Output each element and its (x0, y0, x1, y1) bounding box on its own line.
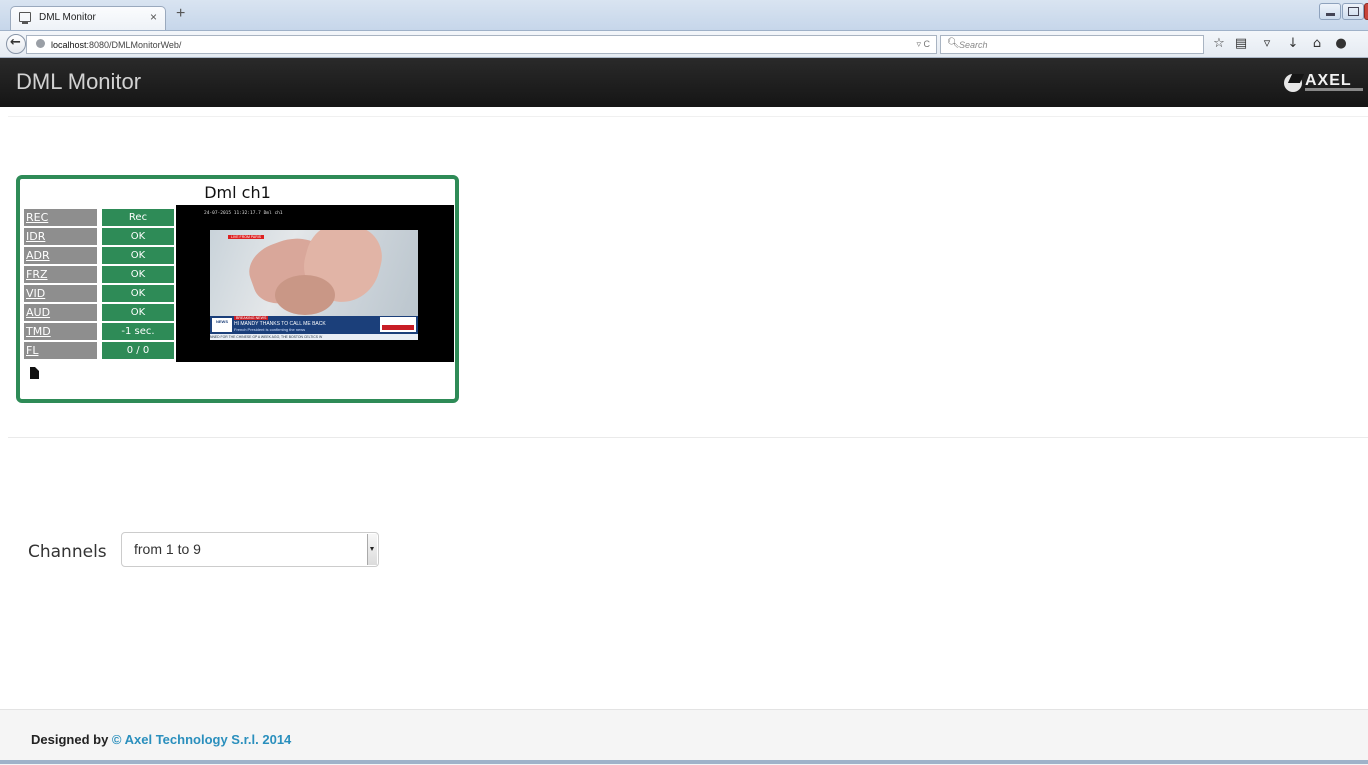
app-header: DML Monitor AXEL (0, 58, 1368, 107)
channels-selected-value: from 1 to 9 (134, 541, 201, 557)
download-icon[interactable]: ↓ (1284, 36, 1302, 51)
ticker-subline: French President is confirming the news (234, 327, 306, 332)
star-icon[interactable]: ☆ (1210, 36, 1228, 51)
news-ticker: NEWS BREAKING NEWS HI MANDY THANKS TO CA… (210, 316, 418, 334)
footer-credit: Designed by © Axel Technology S.r.l. 201… (31, 732, 292, 747)
status-label[interactable]: AUD (24, 304, 97, 321)
status-value: OK (102, 285, 174, 302)
channels-label: Channels (28, 542, 107, 562)
status-label[interactable]: IDR (24, 228, 97, 245)
browser-nav-bar: localhost:8080/DMLMonitorWeb/ ▿ C 🔍︎ Sea… (0, 31, 1368, 58)
status-label[interactable]: FL (24, 342, 97, 359)
home-icon[interactable]: ⌂ (1308, 36, 1326, 51)
reload-icon[interactable]: ▿ C (916, 39, 930, 50)
news-crawl: NNED FOR THE CHINESE GP A WEEK AGO, THE … (210, 334, 418, 340)
status-label[interactable]: FRZ (24, 266, 97, 283)
channel-bug-logo (380, 317, 416, 332)
status-row: IDR OK (24, 228, 176, 247)
address-bar[interactable]: localhost:8080/DMLMonitorWeb/ ▿ C (26, 35, 937, 54)
chat-icon[interactable]: ● (1332, 36, 1350, 51)
status-row: FRZ OK (24, 266, 176, 285)
minimize-button[interactable] (1319, 3, 1341, 20)
pocket-icon[interactable]: ▿ (1258, 36, 1276, 51)
channel-name: Dml ch1 (204, 183, 271, 202)
status-row: VID OK (24, 285, 176, 304)
status-label[interactable]: TMD (24, 323, 97, 340)
status-row: TMD -1 sec. (24, 323, 176, 342)
divider (8, 437, 1368, 438)
channels-select[interactable]: from 1 to 9 (121, 532, 379, 567)
app-title: DML Monitor (16, 69, 142, 94)
search-placeholder: Search (959, 40, 988, 50)
search-input[interactable]: 🔍︎ Search (940, 35, 1204, 54)
status-value: 0 / 0 (102, 342, 174, 359)
axel-logo-mark-icon (1284, 74, 1302, 92)
axel-technology-link[interactable]: © Axel Technology S.r.l. 2014 (112, 732, 291, 747)
search-icon: 🔍︎ (947, 38, 960, 49)
status-value: Rec (102, 209, 174, 226)
tab-close-icon[interactable]: × (150, 10, 157, 24)
breaking-news-tag: BREAKING NEWS (234, 316, 269, 320)
status-row: FL 0 / 0 (24, 342, 176, 361)
status-label[interactable]: REC (24, 209, 97, 226)
video-frame: LIVE FROM PARIS NEWS BREAKING NEWS HI MA… (210, 230, 418, 340)
tab-title: DML Monitor (39, 12, 96, 23)
back-button[interactable] (6, 34, 26, 54)
monitor-icon (19, 12, 31, 24)
status-value: -1 sec. (102, 323, 174, 340)
close-window-button[interactable] (1364, 3, 1368, 20)
channel-card[interactable]: Dml ch1 REC Rec IDR OK ADR OK FRZ OK VID OK A… (16, 175, 459, 403)
video-preview[interactable]: 24-07-2015 11:32:17.7 Dml ch1 LIVE FROM … (176, 205, 454, 362)
status-value: OK (102, 247, 174, 264)
logo-subline (1305, 88, 1363, 91)
maximize-button[interactable] (1342, 3, 1364, 20)
footer: Designed by © Axel Technology S.r.l. 201… (0, 709, 1368, 765)
status-row: AUD OK (24, 304, 176, 323)
status-row: ADR OK (24, 247, 176, 266)
preview-timestamp: 24-07-2015 11:32:17.7 Dml ch1 (204, 211, 283, 216)
status-label[interactable]: VID (24, 285, 97, 302)
status-row: REC Rec (24, 209, 176, 228)
status-value: OK (102, 266, 174, 283)
file-icon[interactable] (30, 367, 39, 379)
divider (8, 116, 1368, 117)
status-value: OK (102, 228, 174, 245)
video-hand (275, 275, 335, 315)
url-text[interactable]: localhost:8080/DMLMonitorWeb/ (51, 40, 181, 50)
news-logo: NEWS (212, 318, 232, 332)
axel-logo: AXEL (1284, 72, 1364, 94)
chevron-down-icon[interactable] (367, 534, 377, 565)
new-tab-button[interactable]: + (176, 5, 185, 23)
bookmarks-icon[interactable]: ▤ (1232, 36, 1250, 51)
live-tag: LIVE FROM PARIS (228, 235, 265, 239)
status-label[interactable]: ADR (24, 247, 97, 264)
globe-icon (36, 39, 45, 48)
status-value: OK (102, 304, 174, 321)
status-grid: REC Rec IDR OK ADR OK FRZ OK VID OK AUD OK TMD… (24, 209, 176, 361)
taskbar-edge (0, 760, 1368, 764)
browser-tab-bar: DML Monitor × + (0, 0, 1368, 31)
browser-tab[interactable]: DML Monitor × (10, 6, 166, 30)
